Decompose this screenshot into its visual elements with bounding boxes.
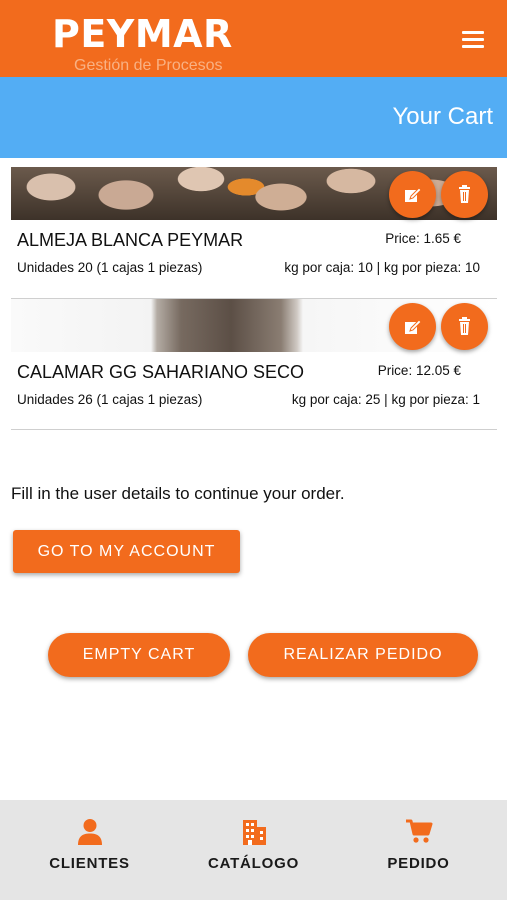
nav-item-clientes[interactable]: CLIENTES <box>5 800 174 900</box>
brand-subtitle: Gestión de Procesos <box>74 57 223 74</box>
page-title: Your Cart <box>392 103 494 130</box>
item-units: Unidades 26 (1 cajas 1 piezas) <box>17 392 203 407</box>
app-header: PEYMAR Gestión de Procesos <box>0 0 507 77</box>
trash-icon <box>459 317 470 335</box>
place-order-button[interactable]: REALIZAR PEDIDO <box>248 633 478 677</box>
person-icon <box>77 819 102 845</box>
cart-item: ALMEJA BLANCA PEYMAR Price: 1.65 € Unida… <box>11 167 497 295</box>
delete-item-button[interactable] <box>441 171 488 218</box>
page-title-bar: Your Cart <box>0 77 507 158</box>
trash-icon <box>459 185 470 203</box>
item-price: Price: 12.05 € <box>377 363 461 378</box>
item-divider <box>11 429 497 430</box>
cart-icon <box>405 819 432 843</box>
hamburger-menu-icon[interactable] <box>458 27 488 51</box>
building-icon <box>242 820 266 845</box>
nav-label: PEDIDO <box>387 855 450 872</box>
item-name: CALAMAR GG SAHARIANO SECO <box>17 362 305 382</box>
bottom-navigation: CLIENTES CATÁLOGO PEDIDO <box>0 800 507 900</box>
item-units: Unidades 20 (1 cajas 1 piezas) <box>17 260 203 275</box>
empty-cart-button[interactable]: EMPTY CART <box>48 633 230 677</box>
cart-item: CALAMAR GG SAHARIANO SECO Price: 12.05 €… <box>11 299 497 427</box>
edit-item-button[interactable] <box>389 171 436 218</box>
nav-item-catalogo[interactable]: CATÁLOGO <box>169 800 338 900</box>
go-to-account-button[interactable]: GO TO MY ACCOUNT <box>13 530 240 573</box>
nav-label: CLIENTES <box>49 855 130 872</box>
delete-item-button[interactable] <box>441 303 488 350</box>
brand-logo: PEYMAR <box>52 12 233 56</box>
nav-item-pedido[interactable]: PEDIDO <box>334 800 503 900</box>
edit-icon <box>405 319 422 334</box>
nav-label: CATÁLOGO <box>207 855 300 872</box>
edit-item-button[interactable] <box>389 303 436 350</box>
item-weight-info: kg por caja: 25 | kg por pieza: 1 <box>291 392 480 407</box>
item-name: ALMEJA BLANCA PEYMAR <box>17 230 244 250</box>
user-details-notice: Fill in the user details to continue you… <box>11 484 345 503</box>
item-weight-info: kg por caja: 10 | kg por pieza: 10 <box>284 260 480 275</box>
edit-icon <box>405 187 422 202</box>
item-price: Price: 1.65 € <box>385 231 461 246</box>
